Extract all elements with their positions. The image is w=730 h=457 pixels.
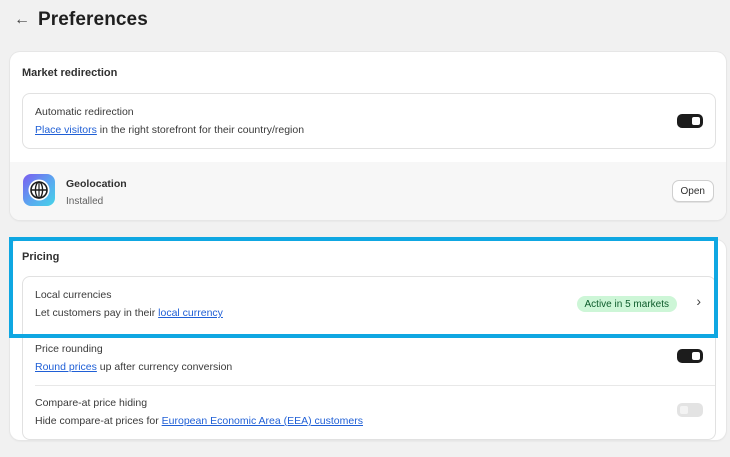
pricing-title: Pricing <box>22 251 60 263</box>
place-visitors-link[interactable]: Place visitors <box>35 124 97 136</box>
eea-customers-link[interactable]: European Economic Area (EEA) customers <box>162 415 363 427</box>
price-rounding-toggle[interactable] <box>677 349 703 363</box>
local-currencies-desc-text: Let customers pay in their <box>35 307 159 319</box>
geolocation-app-name: Geolocation <box>66 178 127 190</box>
compare-at-price-hiding-toggle[interactable] <box>677 403 703 417</box>
page-title: Preferences <box>38 9 148 30</box>
globe-icon <box>23 174 55 206</box>
compare-at-price-hiding-row: Compare-at price hiding Hide compare-at … <box>23 393 715 437</box>
round-prices-link[interactable]: Round prices <box>35 361 97 373</box>
local-currencies-description: Let customers pay in their local currenc… <box>35 307 223 319</box>
price-rounding-label: Price rounding <box>35 343 103 355</box>
page-header: ← Preferences <box>14 8 148 32</box>
price-rounding-desc-text: up after currency conversion <box>96 361 233 373</box>
geolocation-app-row: Geolocation Installed Open <box>10 162 726 220</box>
geolocation-app-status: Installed <box>66 196 104 207</box>
toggle-knob <box>692 352 700 360</box>
active-markets-badge: Active in 5 markets <box>576 296 677 312</box>
local-currency-link[interactable]: local currency <box>158 307 223 319</box>
open-geolocation-button[interactable]: Open <box>671 180 714 202</box>
automatic-redirection-toggle[interactable] <box>677 114 703 128</box>
local-currencies-row[interactable]: Local currencies Let customers pay in th… <box>23 277 715 333</box>
automatic-redirection-row: Automatic redirection Place visitors in … <box>22 93 716 149</box>
pricing-options-box: Local currencies Let customers pay in th… <box>22 276 716 440</box>
market-redirection-title: Market redirection <box>22 67 118 79</box>
pricing-card: Pricing Local currencies Let customers p… <box>10 240 726 440</box>
market-redirection-card: Market redirection Automatic redirection… <box>10 52 726 220</box>
divider <box>35 385 715 386</box>
compare-at-description: Hide compare-at prices for European Econ… <box>35 415 363 427</box>
chevron-right-icon: › <box>696 293 701 309</box>
automatic-redirection-label: Automatic redirection <box>35 106 134 118</box>
price-rounding-row: Price rounding Round prices up after cur… <box>23 341 715 385</box>
back-arrow-icon[interactable]: ← <box>14 12 30 28</box>
compare-at-label: Compare-at price hiding <box>35 397 148 409</box>
automatic-redirection-description: Place visitors in the right storefront f… <box>35 124 304 136</box>
toggle-knob <box>680 406 688 414</box>
compare-at-desc-text: Hide compare-at prices for <box>35 415 162 427</box>
toggle-knob <box>692 117 700 125</box>
local-currencies-label: Local currencies <box>35 289 112 301</box>
price-rounding-description: Round prices up after currency conversio… <box>35 361 232 373</box>
automatic-redirection-desc-text: in the right storefront for their countr… <box>96 124 305 136</box>
